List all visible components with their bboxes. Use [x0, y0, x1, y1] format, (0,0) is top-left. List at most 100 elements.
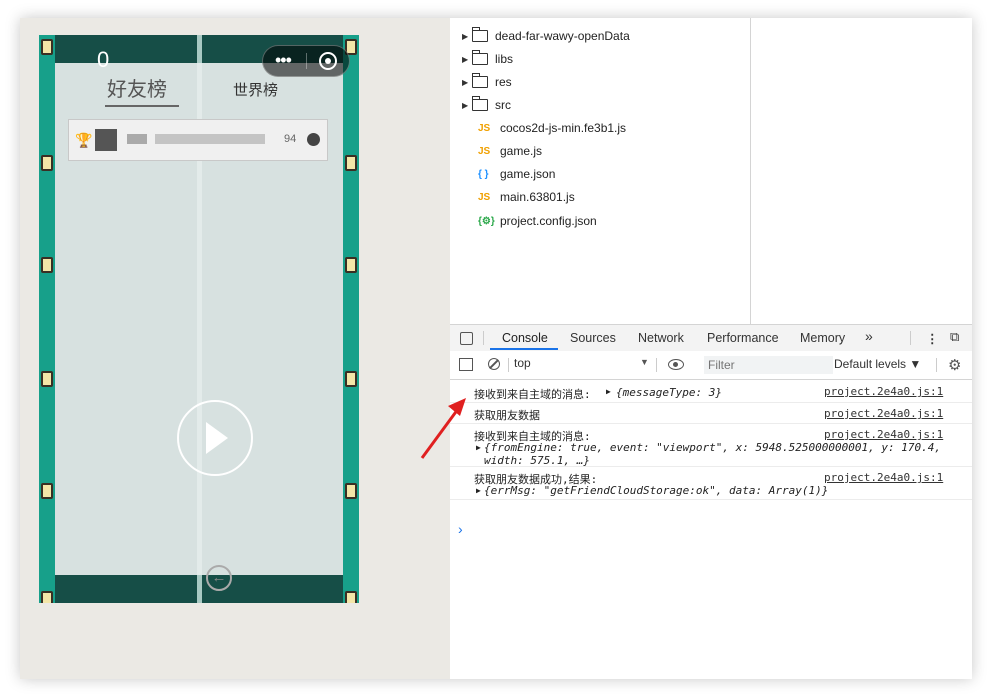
file-name: game.json — [500, 167, 556, 181]
play-button[interactable] — [177, 400, 253, 476]
clear-console-icon[interactable] — [488, 358, 500, 370]
config-file-icon: {⚙} — [478, 215, 495, 227]
chevron-down-icon[interactable]: ▼ — [640, 357, 649, 367]
expand-arrow-icon[interactable]: ▶ — [476, 486, 481, 495]
tab-console[interactable]: Console — [502, 331, 548, 345]
file-item[interactable]: JS main.63801.js — [478, 187, 575, 207]
folder-icon — [472, 50, 488, 65]
app-window: 好友榜 世界榜 🏆 94 ← 0 ••• ▶ dead-far-wawy-ope… — [20, 18, 972, 679]
js-file-icon: JS — [478, 145, 491, 157]
file-item[interactable]: {⚙} project.config.json — [478, 211, 597, 231]
folder-item[interactable]: ▶ src — [462, 95, 511, 115]
file-name: cocos2d-js-min.fe3b1.js — [500, 121, 627, 135]
log-object[interactable]: {messageType: 3} — [616, 386, 722, 399]
log-object-text[interactable]: {errMsg: "getFriendCloudStorage:ok", dat… — [484, 484, 828, 497]
back-arrow-icon[interactable]: ← — [206, 565, 232, 591]
log-source-link[interactable]: project.2e4a0.js:1 — [824, 385, 943, 398]
trophy-icon: 🏆 — [75, 132, 93, 148]
log-levels-dropdown[interactable]: Default levels ▼ — [834, 357, 921, 371]
divider — [508, 358, 509, 372]
divider — [936, 358, 937, 372]
file-item[interactable]: { } game.json — [478, 164, 555, 184]
console-toolbar: top ▼ Default levels ▼ ⚙ — [450, 351, 972, 380]
inspect-element-icon[interactable] — [460, 332, 473, 345]
active-tab-underline — [490, 348, 558, 350]
lamp-decoration — [345, 371, 357, 387]
file-item[interactable]: JS game.js — [478, 141, 542, 161]
gear-icon[interactable]: ⚙ — [948, 356, 961, 374]
folder-item[interactable]: ▶ libs — [462, 49, 513, 69]
file-item[interactable]: JS cocos2d-js-min.fe3b1.js — [478, 118, 626, 138]
rank-row: 🏆 94 — [68, 119, 328, 161]
lamp-decoration — [345, 257, 357, 273]
lamp-decoration — [41, 483, 53, 499]
more-tabs-icon[interactable]: » — [865, 328, 873, 344]
log-object-text[interactable]: width: 575.1, …} — [484, 454, 590, 467]
folder-icon — [472, 96, 488, 111]
log-source-link[interactable]: project.2e4a0.js:1 — [824, 407, 943, 420]
tab-friends[interactable]: 好友榜 — [105, 73, 179, 107]
miniprogram-capsule[interactable]: ••• — [262, 45, 350, 77]
phone-screen: 好友榜 世界榜 🏆 94 ← 0 ••• — [39, 35, 359, 603]
more-dots-icon[interactable]: ••• — [275, 50, 292, 71]
status-dot — [307, 133, 320, 146]
lamp-decoration — [41, 39, 53, 55]
tab-performance[interactable]: Performance — [707, 331, 779, 345]
lamp-decoration — [41, 591, 53, 603]
expand-arrow-icon[interactable]: ▶ — [606, 387, 611, 396]
js-file-icon: JS — [478, 191, 491, 203]
expand-arrow-icon[interactable]: ▶ — [462, 32, 472, 41]
capsule-divider — [306, 53, 307, 69]
console-log: 接收到来自主域的消息: ▶ {messageType: 3} project.2… — [450, 380, 972, 537]
rank-score: 94 — [284, 133, 297, 145]
devtools-pane: ▶ dead-far-wawy-openData ▶ libs ▶ res ▶ src JS co… — [450, 18, 972, 679]
lamp-decoration — [345, 483, 357, 499]
folder-icon — [472, 27, 488, 42]
tab-sources[interactable]: Sources — [570, 331, 616, 345]
file-name: dead-far-wawy-openData — [495, 29, 630, 43]
lamp-decoration — [345, 591, 357, 603]
sidebar-toggle-icon[interactable] — [459, 358, 473, 371]
folder-item[interactable]: ▶ dead-far-wawy-openData — [462, 26, 630, 46]
log-source-link[interactable]: project.2e4a0.js:1 — [824, 428, 943, 441]
log-entry: 接收到来自主域的消息: ▶ {messageType: 3} project.2… — [450, 380, 972, 403]
tab-network[interactable]: Network — [638, 331, 684, 345]
file-name: main.63801.js — [500, 190, 575, 204]
folder-item[interactable]: ▶ res — [462, 72, 512, 92]
kebab-menu-icon[interactable]: ⋮ — [926, 331, 939, 346]
expand-arrow-icon[interactable]: ▶ — [476, 443, 481, 452]
close-circle-icon[interactable] — [319, 52, 337, 70]
expand-arrow-icon[interactable]: ▶ — [462, 55, 472, 64]
blurred-name — [127, 134, 147, 144]
avatar — [95, 129, 117, 151]
tab-memory[interactable]: Memory — [800, 331, 845, 345]
game-score: 0 — [97, 47, 110, 72]
leaderboard-panel: 好友榜 世界榜 🏆 94 ← — [55, 63, 343, 591]
log-entry: 获取朋友数据成功,结果: project.2e4a0.js:1 ▶ {errMs… — [450, 467, 972, 500]
log-source-link[interactable]: project.2e4a0.js:1 — [824, 471, 943, 484]
file-name: project.config.json — [500, 214, 597, 228]
divider — [483, 331, 484, 345]
file-name: src — [495, 98, 511, 112]
log-entry: 获取朋友数据 project.2e4a0.js:1 — [450, 403, 972, 424]
expand-arrow-icon[interactable]: ▶ — [462, 78, 472, 87]
context-select[interactable]: top — [514, 356, 654, 374]
log-entry: 接收到来自主域的消息: project.2e4a0.js:1 ▶ {fromEn… — [450, 424, 972, 467]
log-object-text: {messageType: 3} — [616, 386, 722, 399]
log-object-text[interactable]: {fromEngine: true, event: "viewport", x:… — [484, 441, 941, 454]
file-tree: ▶ dead-far-wawy-openData ▶ libs ▶ res ▶ src JS co… — [450, 18, 751, 324]
dock-icon[interactable]: ⧉ — [950, 329, 959, 345]
divider — [656, 358, 657, 372]
simulator-pane: 好友榜 世界榜 🏆 94 ← 0 ••• — [20, 18, 451, 679]
tab-world[interactable]: 世界榜 — [233, 79, 278, 100]
lamp-decoration — [41, 257, 53, 273]
blurred-name — [155, 134, 265, 144]
expand-arrow-icon[interactable]: ▶ — [462, 101, 472, 110]
console-prompt-icon[interactable]: › — [458, 521, 463, 537]
live-expression-eye-icon[interactable] — [668, 359, 684, 370]
filter-input[interactable] — [704, 356, 833, 374]
devtools-tabbar: Console Sources Network Performance Memo… — [450, 324, 972, 352]
file-name: game.js — [500, 144, 543, 158]
js-file-icon: JS — [478, 122, 491, 134]
divider — [910, 331, 911, 345]
